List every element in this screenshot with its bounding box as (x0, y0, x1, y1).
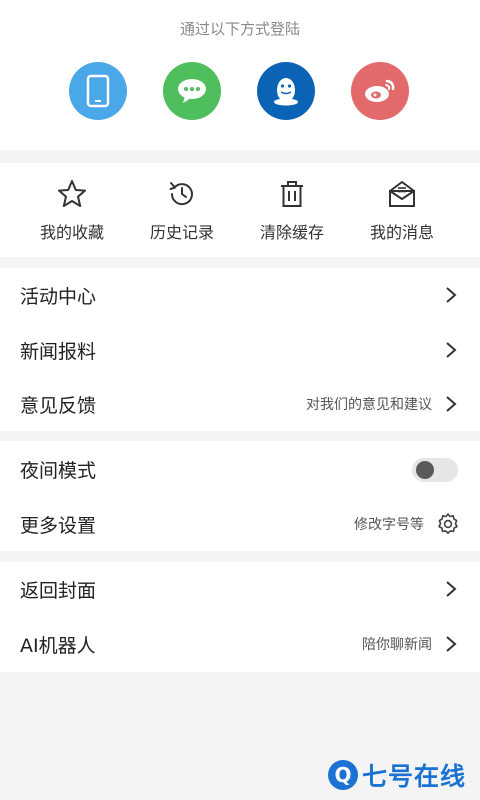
ai-robot-hint: 陪你聊新闻 (362, 637, 432, 653)
qq-icon (274, 78, 298, 106)
history-button[interactable]: 历史记录 (127, 179, 237, 243)
toggle-knob (416, 461, 434, 479)
watermark: Q 七号在线 (327, 757, 466, 793)
menu-group-3: 返回封面 AI机器人 陪你聊新闻 (0, 562, 480, 672)
night-mode-row: 夜间模式 (0, 442, 480, 496)
mail-icon (389, 181, 415, 207)
back-cover-label: 返回封面 (20, 580, 97, 602)
activity-center-label: 活动中心 (20, 286, 97, 308)
more-settings-hint: 修改字号等 (354, 517, 424, 533)
messages-button[interactable]: 我的消息 (347, 179, 457, 243)
quick-actions-bar: 我的收藏 历史记录 清除缓存 我的消息 (0, 163, 480, 257)
feedback-hint: 对我们的意见和建议 (306, 397, 432, 413)
phone-login-button[interactable] (69, 62, 127, 120)
back-cover-row[interactable]: 返回封面 (0, 562, 480, 616)
messages-label: 我的消息 (369, 223, 434, 242)
clear-cache-button[interactable]: 清除缓存 (237, 179, 347, 243)
wechat-login-button[interactable] (163, 62, 221, 120)
activity-center-row[interactable]: 活动中心 (0, 268, 480, 322)
favorites-button[interactable]: 我的收藏 (17, 179, 127, 243)
night-mode-label: 夜间模式 (20, 460, 97, 482)
weibo-login-button[interactable] (351, 62, 409, 120)
ai-robot-row[interactable]: AI机器人 陪你聊新闻 (0, 617, 480, 671)
login-section: 通过以下方式登陆 (0, 0, 480, 150)
chevron-right-icon (446, 636, 457, 652)
chevron-right-icon (446, 287, 457, 303)
qq-login-button[interactable] (257, 62, 315, 120)
phone-icon (86, 74, 110, 108)
menu-group-2: 夜间模式 更多设置 修改字号等 (0, 441, 480, 551)
feedback-label: 意见反馈 (20, 395, 97, 417)
news-tip-label: 新闻报料 (20, 341, 97, 363)
history-label: 历史记录 (149, 223, 214, 242)
clear-cache-label: 清除缓存 (259, 223, 324, 242)
night-mode-toggle[interactable] (412, 458, 458, 482)
favorites-label: 我的收藏 (39, 223, 104, 242)
wechat-icon (178, 79, 206, 103)
history-icon (169, 182, 193, 206)
watermark-text: 七号在线 (361, 762, 466, 791)
news-tip-row[interactable]: 新闻报料 (0, 323, 480, 377)
watermark-logo-icon: Q (327, 760, 358, 790)
star-icon (58, 180, 86, 207)
trash-icon (281, 181, 303, 207)
ai-robot-label: AI机器人 (20, 635, 96, 657)
menu-group-1: 活动中心 新闻报料 意见反馈 对我们的意见和建议 (0, 268, 480, 431)
more-settings-row[interactable]: 更多设置 修改字号等 (0, 497, 480, 551)
more-settings-label: 更多设置 (20, 515, 97, 537)
chevron-right-icon (446, 342, 457, 358)
login-title: 通过以下方式登陆 (179, 20, 300, 38)
weibo-icon (365, 79, 395, 102)
gear-icon (438, 513, 458, 534)
chevron-right-icon (446, 581, 457, 597)
feedback-row[interactable]: 意见反馈 对我们的意见和建议 (0, 377, 480, 431)
chevron-right-icon (446, 396, 457, 412)
